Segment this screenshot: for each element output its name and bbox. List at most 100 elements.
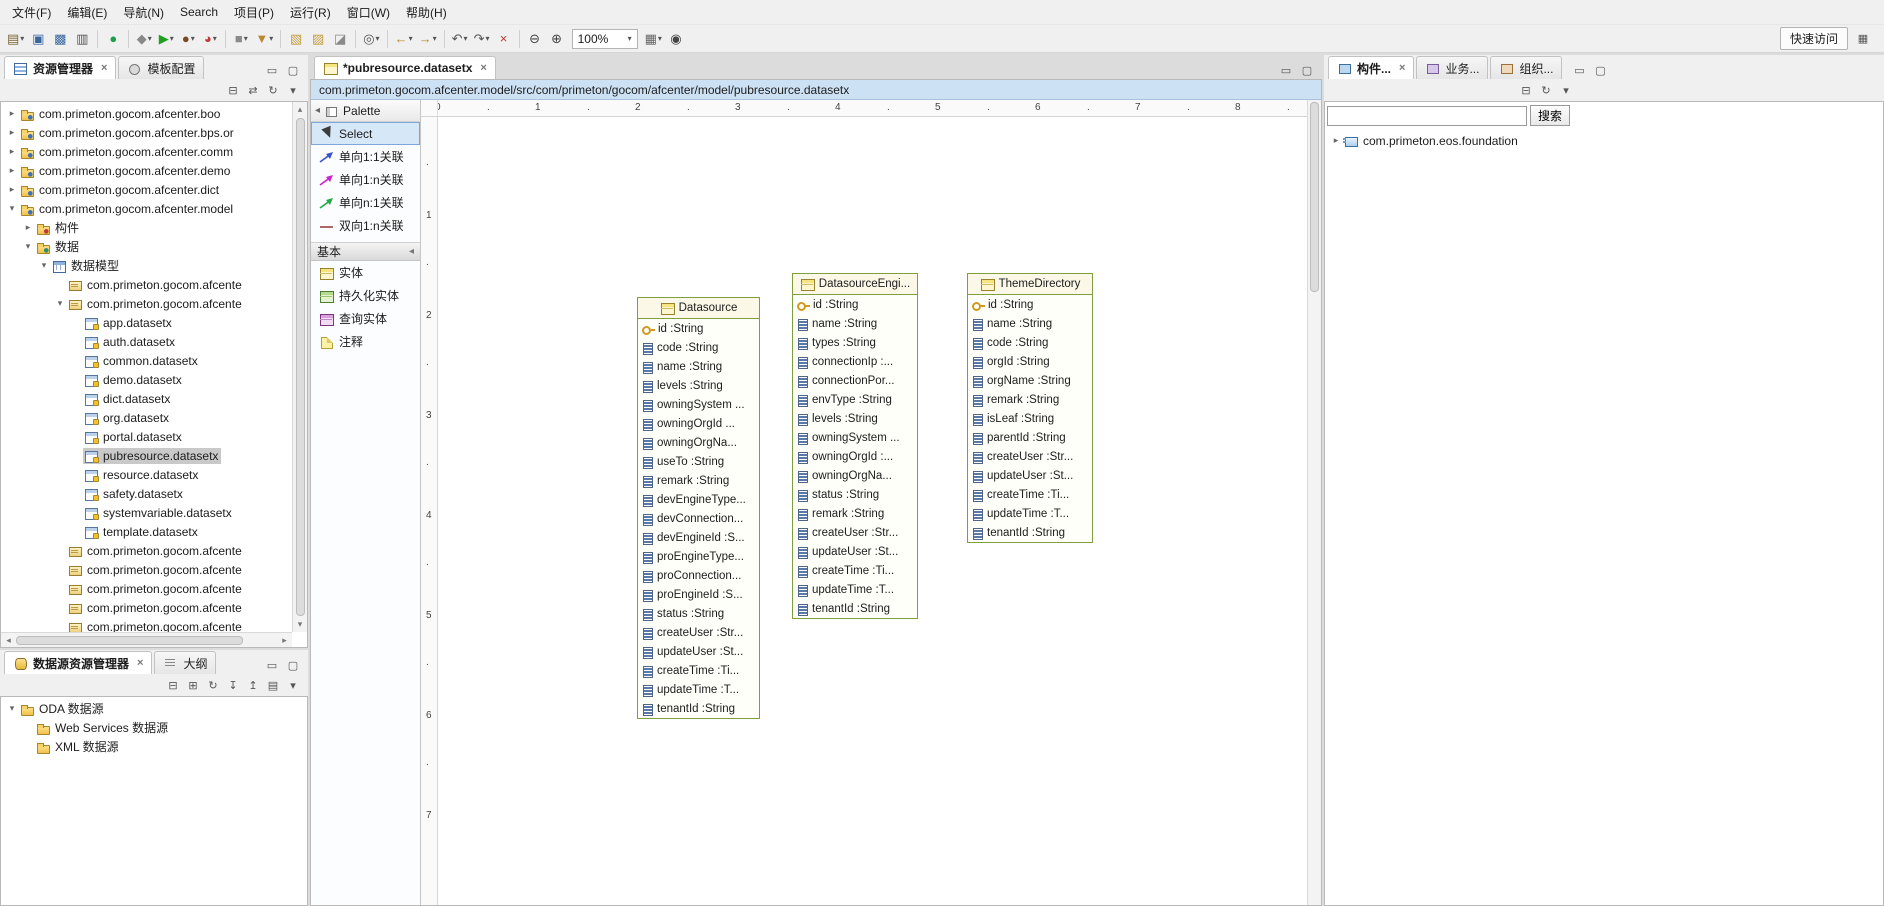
breadcrumb[interactable]: com.primeton.gocom.afcenter.model/src/co…	[311, 80, 1321, 100]
save-button[interactable]: ▣	[28, 28, 48, 50]
chevron-down-icon[interactable]: ▾	[170, 34, 174, 43]
entity-field[interactable]: types :String	[793, 333, 917, 352]
resource-tree-item[interactable]: demo.datasetx	[1, 370, 291, 389]
layout-grid-button[interactable]: ▦▾	[643, 28, 664, 50]
stop-server-button[interactable]: ■▾	[231, 28, 251, 50]
entity-field[interactable]: devEngineType...	[638, 490, 759, 509]
entity-field[interactable]: orgId :String	[968, 352, 1092, 371]
entity-field[interactable]: devEngineId :S...	[638, 528, 759, 547]
palette-tool-entity[interactable]: 实体	[311, 261, 420, 284]
entity-field[interactable]: id :String	[638, 319, 759, 338]
tab-template-config[interactable]: 模板配置	[118, 56, 204, 79]
resource-tree-item[interactable]: ▸com.primeton.gocom.afcenter.boo	[1, 104, 291, 123]
entity-field[interactable]: name :String	[968, 314, 1092, 333]
entity-field[interactable]: devConnection...	[638, 509, 759, 528]
expander-collapsed-icon[interactable]: ▸	[5, 184, 19, 195]
deploy-button[interactable]: ▼▾	[253, 28, 275, 50]
resource-tree-item[interactable]: portal.datasetx	[1, 427, 291, 446]
scroll-up-icon[interactable]: ▴	[293, 102, 308, 117]
entity-field[interactable]: proConnection...	[638, 566, 759, 585]
entity-field[interactable]: owningOrgNa...	[793, 466, 917, 485]
entity-field[interactable]: tenantId :String	[638, 699, 759, 718]
close-icon[interactable]: ×	[137, 657, 143, 669]
maximize-icon[interactable]: ▢	[1591, 61, 1609, 79]
expander-collapsed-icon[interactable]: ▸	[5, 165, 19, 176]
open-type-button[interactable]: ▧	[286, 28, 306, 50]
scroll-down-icon[interactable]: ▾	[293, 617, 308, 632]
resource-tree-item[interactable]: ▾com.primeton.gocom.afcenter.model	[1, 199, 291, 218]
datasource-tree-item[interactable]: XML 数据源	[1, 737, 307, 756]
expander-expanded-icon[interactable]: ▾	[21, 241, 35, 252]
palette-tool-relation-one-to-many[interactable]: 单向1:n关联	[311, 168, 420, 191]
close-icon[interactable]: ×	[1399, 62, 1405, 74]
resource-tree-item[interactable]: auth.datasetx	[1, 332, 291, 351]
entity-field[interactable]: updateTime :T...	[638, 680, 759, 699]
entity-field[interactable]: remark :String	[638, 471, 759, 490]
menu-run[interactable]: 运行(R)	[282, 1, 339, 24]
tab-pubresource-editor[interactable]: *pubresource.datasetx×	[314, 56, 496, 79]
entity-field[interactable]: levels :String	[793, 409, 917, 428]
menu-project[interactable]: 项目(P)	[226, 1, 282, 24]
scrollbar-thumb[interactable]	[1310, 102, 1319, 292]
view-menu-icon[interactable]: ▾	[284, 81, 302, 99]
resource-tree-item[interactable]: dict.datasetx	[1, 389, 291, 408]
resource-tree-item[interactable]: app.datasetx	[1, 313, 291, 332]
expander-expanded-icon[interactable]: ▾	[5, 203, 19, 214]
chevron-down-icon[interactable]: ▾	[269, 34, 273, 43]
entity-field[interactable]: updateUser :St...	[968, 466, 1092, 485]
find-binoculars-button[interactable]: ◉	[666, 28, 686, 50]
view-menu-icon[interactable]: ▾	[1557, 81, 1575, 99]
palette-tool-select[interactable]: Select	[311, 122, 420, 145]
entity-field[interactable]: proEngineId :S...	[638, 585, 759, 604]
maximize-icon[interactable]: ▢	[284, 656, 302, 674]
debug-button[interactable]: ●▾	[178, 28, 198, 50]
scroll-left-icon[interactable]: ◂	[1, 633, 16, 648]
entity-themedirectory[interactable]: ThemeDirectoryid :Stringname :Stringcode…	[967, 273, 1093, 543]
entity-field[interactable]: createUser :Str...	[638, 623, 759, 642]
entity-field[interactable]: createTime :Ti...	[793, 561, 917, 580]
eos-server-button[interactable]: ●	[103, 28, 123, 50]
clean-button[interactable]: ◪	[330, 28, 350, 50]
palette-tool-relation-one-to-one[interactable]: 单向1:1关联	[311, 145, 420, 168]
scrollbar-thumb[interactable]	[296, 118, 305, 616]
resource-tree-item[interactable]: ▸构件	[1, 218, 291, 237]
chevron-down-icon[interactable]: ▾	[376, 34, 380, 43]
resource-tree-item[interactable]: ▾com.primeton.gocom.afcente	[1, 294, 291, 313]
run-button[interactable]: ▶▾	[156, 28, 176, 50]
zoom-in-button[interactable]: ⊕	[547, 28, 567, 50]
delete-button[interactable]: ×	[494, 28, 514, 50]
entity-field[interactable]: owningOrgId :...	[793, 447, 917, 466]
menu-window[interactable]: 窗口(W)	[339, 1, 398, 24]
resource-tree-item[interactable]: com.primeton.gocom.afcente	[1, 598, 291, 617]
resource-tree-item[interactable]: systemvariable.datasetx	[1, 503, 291, 522]
scroll-right-icon[interactable]: ▸	[277, 633, 292, 648]
resource-tree-item[interactable]: common.datasetx	[1, 351, 291, 370]
undo-button[interactable]: ↶▾	[450, 28, 470, 50]
close-icon[interactable]: ×	[480, 62, 486, 74]
entity-field[interactable]: updateUser :St...	[638, 642, 759, 661]
chevron-down-icon[interactable]: ▾	[244, 34, 248, 43]
link-with-editor-icon[interactable]: ⇄	[244, 81, 262, 99]
resource-tree-item[interactable]: ▸com.primeton.gocom.afcenter.bps.or	[1, 123, 291, 142]
search-button[interactable]: 搜索	[1530, 105, 1570, 126]
datasource-tree-item[interactable]: Web Services 数据源	[1, 718, 307, 737]
entity-field[interactable]: createUser :Str...	[968, 447, 1092, 466]
refresh-icon[interactable]: ↻	[204, 676, 222, 694]
view-menu-icon[interactable]: ▾	[284, 676, 302, 694]
maximize-icon[interactable]: ▢	[1298, 61, 1316, 79]
expander-collapsed-icon[interactable]: ▸	[5, 127, 19, 138]
entity-field[interactable]: remark :String	[793, 504, 917, 523]
resource-tree-item[interactable]: ▸com.primeton.gocom.afcenter.comm	[1, 142, 291, 161]
palette-header[interactable]: ◂ Palette	[311, 100, 420, 122]
expander-collapsed-icon[interactable]: ▸	[21, 222, 35, 233]
chevron-down-icon[interactable]: ▾	[148, 34, 152, 43]
entity-field[interactable]: orgName :String	[968, 371, 1092, 390]
close-icon[interactable]: ×	[101, 62, 107, 74]
resource-tree-item[interactable]: com.primeton.gocom.afcente	[1, 541, 291, 560]
palette-tool-persistent-entity[interactable]: 持久化实体	[311, 284, 420, 307]
tab-components[interactable]: 构件...×	[1328, 56, 1414, 79]
new-configuration-button[interactable]: ◆▾	[134, 28, 154, 50]
redo-button[interactable]: ↷▾	[472, 28, 492, 50]
entity-field[interactable]: owningOrgNa...	[638, 433, 759, 452]
scrollbar-thumb[interactable]	[16, 636, 243, 645]
